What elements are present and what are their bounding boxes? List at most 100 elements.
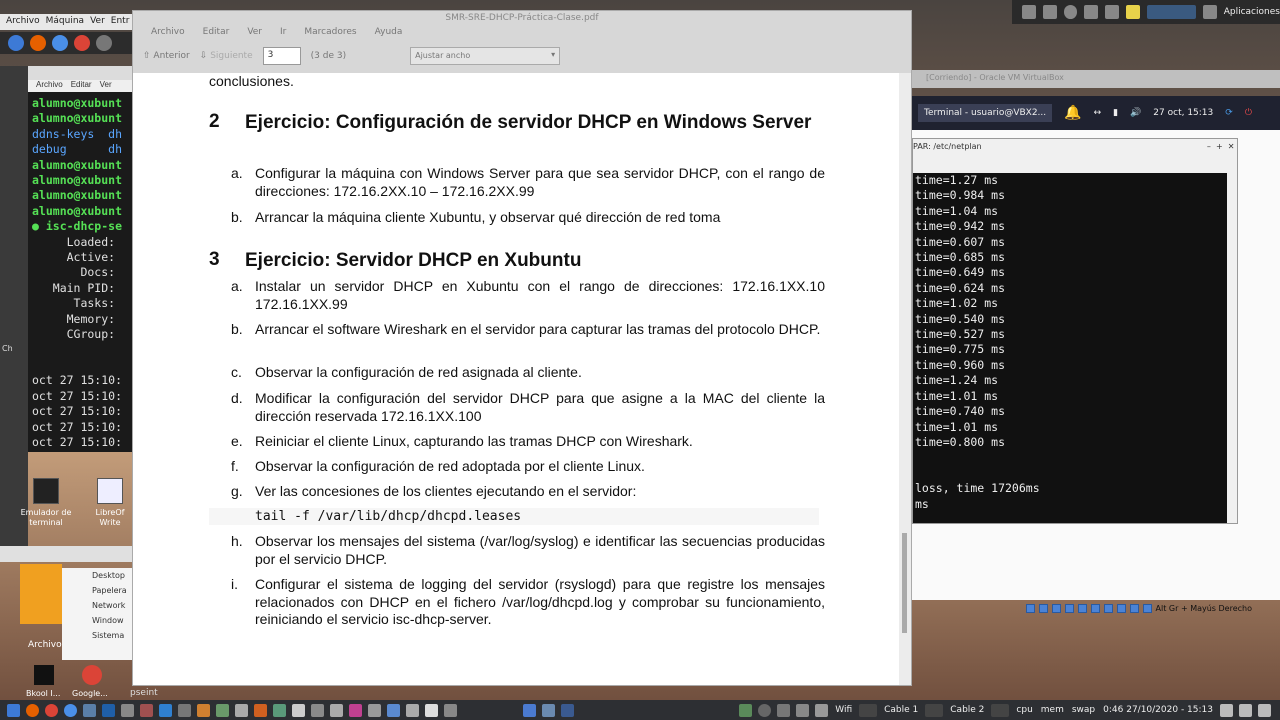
notification-icon[interactable] [1105,5,1119,19]
document-scrollbar[interactable] [899,73,911,685]
capture-icon[interactable] [1116,603,1126,613]
cpu-icon[interactable] [1129,603,1139,613]
volume-tray-icon[interactable] [1220,703,1233,717]
power-tray-icon[interactable] [1258,703,1271,717]
wifi-label[interactable]: Wifi [835,705,852,715]
host-menu-ver[interactable]: Ver [90,16,105,28]
app-taskbar-icon-17[interactable] [425,703,438,717]
left-menu-editar[interactable]: Editar [71,80,92,92]
mouse-icon[interactable] [1142,603,1152,613]
host-menu-maquina[interactable]: Máquina [46,16,84,28]
clock[interactable]: 0:46 27/10/2020 - 15:13 [1103,705,1213,715]
document-page[interactable]: conclusiones. 2 Ejercicio: Configuración… [133,73,911,685]
next-page-button[interactable]: ⇩ Siguiente [200,51,253,61]
browser-taskbar-icon[interactable] [64,703,77,717]
app-taskbar-icon-8[interactable] [254,703,267,717]
zoom-select[interactable]: Ajustar ancho [410,47,561,65]
guest-terminal-titlebar[interactable]: PAR: /etc/netplan – + ✕ [913,139,1237,157]
chrome-icon[interactable] [74,35,90,51]
display-icon[interactable] [1103,603,1113,613]
workspace-1[interactable] [523,703,536,717]
left-menu-ver[interactable]: Ver [100,80,112,92]
volume-icon[interactable]: 🔊 [1130,108,1141,118]
fm-item-system[interactable]: Sistema [62,628,132,643]
cable1-label[interactable]: Cable 1 [884,705,918,715]
start-menu-icon[interactable] [7,703,20,717]
window-controls[interactable]: – + ✕ [1207,142,1237,157]
app-taskbar-icon-2[interactable] [121,703,134,717]
viewer-title[interactable]: SMR-SRE-DHCP-Práctica-Clase.pdf [133,11,911,25]
folder-icon[interactable] [1125,5,1140,19]
vbox-terminal-tab[interactable]: Terminal - usuario@VBX2... [918,104,1053,122]
app-taskbar-icon-13[interactable] [349,703,362,717]
left-terminal-window[interactable]: Archivo Editar Ver alumno@xubunt alumno@x… [28,66,135,452]
fm-item-trash[interactable]: Papelera [62,583,132,598]
firefox-icon[interactable] [30,35,46,51]
desktop-icon-writer[interactable]: LibreOf Write [88,478,132,528]
refresh-icon[interactable]: ⟳ [1225,108,1233,118]
xubuntu-icon[interactable] [8,35,24,51]
app-taskbar-icon-18[interactable] [444,703,457,717]
shared-folder-icon[interactable] [1090,603,1100,613]
battery-icon[interactable]: ▮ [1113,108,1118,118]
steam-tray-icon[interactable] [758,703,772,717]
workspace-3[interactable] [561,703,574,717]
fm-item-desktop[interactable]: Desktop [62,568,132,583]
app-taskbar-icon-11[interactable] [311,703,324,717]
firefox-taskbar-icon[interactable] [26,703,39,717]
app-taskbar-icon-6[interactable] [216,703,229,717]
desktop-icon-terminal[interactable]: Emulador de terminal [14,478,78,528]
arrows-icon[interactable]: ↔ [1094,108,1102,118]
left-terminal-output[interactable]: alumno@xubunt alumno@xubunt ddns-keys dh de… [28,92,135,454]
bell-icon[interactable]: 🔔 [1064,105,1081,121]
host-menu-archivo[interactable]: Archivo [6,16,40,28]
host-menu-entrada[interactable]: Entr [111,16,130,28]
battery-tray-icon[interactable] [1239,703,1252,717]
app-taskbar-icon-9[interactable] [273,703,286,717]
page-number-input[interactable]: 3 [262,47,301,65]
menu-editar[interactable]: Editar [203,27,230,39]
virtualbox-taskbar-icon[interactable] [102,703,115,717]
tray-icon-2[interactable] [777,703,791,717]
prev-page-button[interactable]: ⇧ Anterior [143,51,190,61]
app-taskbar-icon-7[interactable] [235,703,248,717]
menu-archivo[interactable]: Archivo [151,27,185,39]
fm-item-network[interactable]: Network [62,598,132,613]
app-taskbar-icon-12[interactable] [330,703,343,717]
guest-terminal-output[interactable]: time=1.27 ms time=0.984 ms time=1.04 ms tim… [913,173,1227,523]
app-taskbar-icon-14[interactable] [368,703,381,717]
audio-icon[interactable] [1051,603,1061,613]
file-icon[interactable] [1022,5,1036,19]
scrollbar-thumb[interactable] [902,533,907,633]
vbox-window-title[interactable]: [Corriendo] - Oracle VM VirtualBox [912,70,1280,88]
app-taskbar-icon-3[interactable] [140,703,153,717]
left-menu-archivo[interactable]: Archivo [36,80,63,92]
menu-marcadores[interactable]: Marcadores [304,27,356,39]
usb-icon[interactable] [1077,603,1087,613]
menu-ver[interactable]: Ver [247,27,262,39]
menu-ir[interactable]: Ir [280,27,286,39]
workspace-2[interactable] [542,703,555,717]
app-taskbar-icon-4[interactable] [178,703,191,717]
app-thumbnail[interactable] [20,564,62,624]
app-taskbar-icon-15[interactable] [387,703,400,717]
guest-terminal-window[interactable]: PAR: /etc/netplan – + ✕ time=1.27 ms time… [912,138,1238,524]
monitor-icon[interactable] [1042,5,1057,19]
pdf-viewer-window[interactable]: SMR-SRE-DHCP-Práctica-Clase.pdf Archivo … [132,10,912,686]
cable2-label[interactable]: Cable 2 [950,705,984,715]
chromium-icon[interactable] [52,35,68,51]
screenshot-icon[interactable] [1084,5,1099,19]
tools-icon[interactable] [96,35,112,51]
net-icon[interactable] [1064,603,1074,613]
chrome-taskbar-icon[interactable] [45,703,58,717]
power-icon[interactable]: ⏻ [1245,108,1252,118]
hdd-icon[interactable] [1025,603,1035,613]
vscode-taskbar-icon[interactable] [159,703,172,717]
tray-icon-4[interactable] [815,703,829,717]
app-taskbar-icon-10[interactable] [292,703,305,717]
app-taskbar-icon-5[interactable] [197,703,210,717]
network-icon[interactable] [1202,5,1217,19]
menu-ayuda[interactable]: Ayuda [375,27,403,39]
app-taskbar-icon-16[interactable] [406,703,419,717]
steam-icon[interactable] [1063,5,1078,19]
